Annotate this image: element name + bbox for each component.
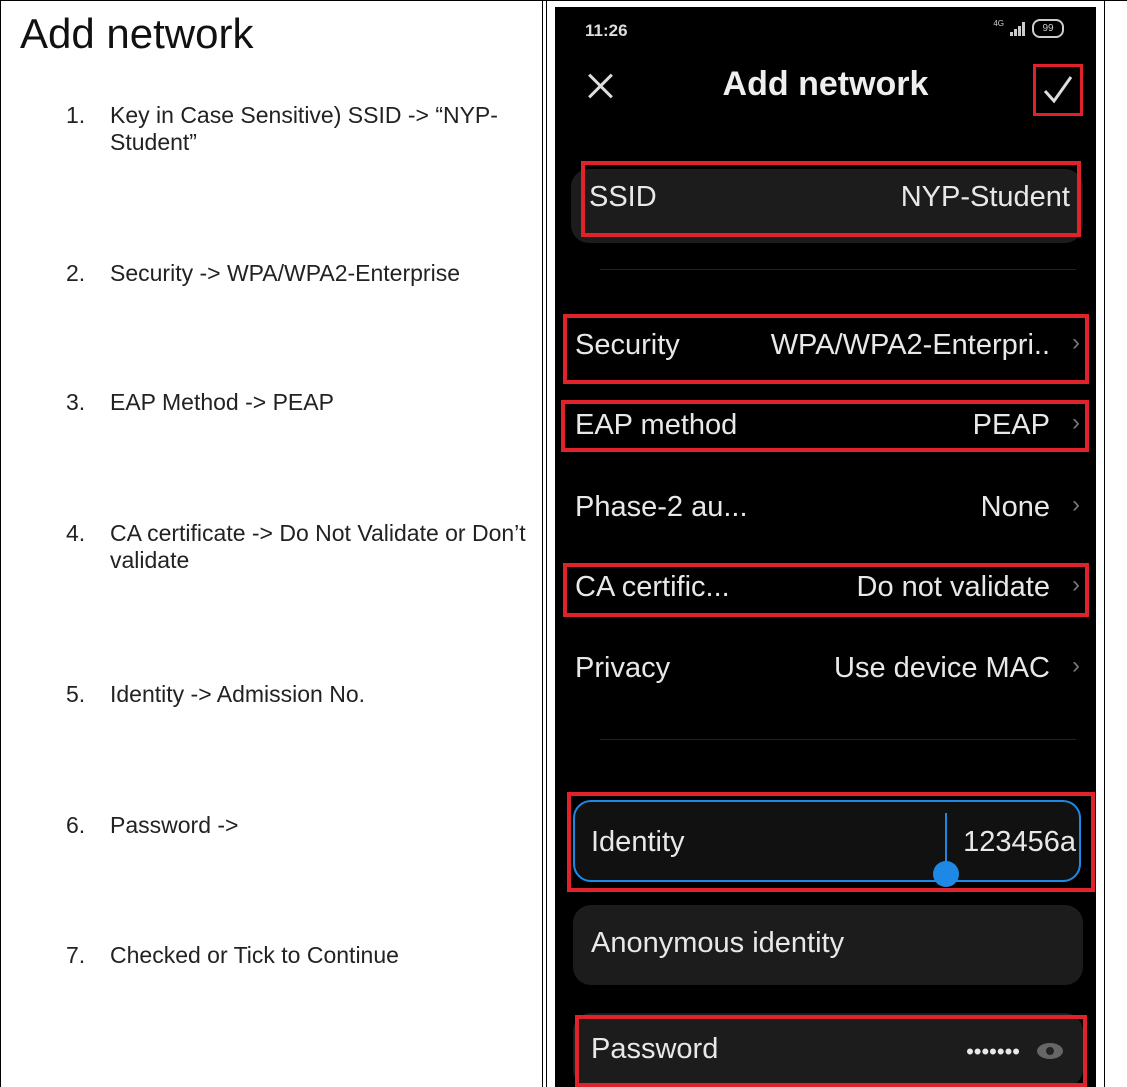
password-input[interactable]: Password ••••••• <box>591 1019 1072 1081</box>
step-number: 1. <box>66 102 86 128</box>
table-border-left <box>0 0 1 1087</box>
battery-icon: 99 <box>1032 19 1064 38</box>
ssid-label: SSID <box>589 181 657 213</box>
chevron-right-icon: › <box>1072 652 1080 679</box>
ca-certificate-value: Do not validate <box>856 571 1050 603</box>
page-title: Add network <box>20 10 254 57</box>
status-icons: 4G 99 <box>993 19 1064 38</box>
identity-value: 123456a <box>963 826 1076 858</box>
network-type-label: 4G <box>993 19 1004 28</box>
ssid-value: NYP-Student <box>900 181 1070 213</box>
status-time: 11:26 <box>585 21 628 40</box>
chevron-right-icon: › <box>1072 491 1080 518</box>
step-number: 6. <box>66 812 86 838</box>
eye-icon[interactable] <box>1035 1041 1065 1061</box>
anonymous-identity-label: Anonymous identity <box>591 927 845 959</box>
step-text: EAP Method -> PEAP <box>110 389 334 415</box>
phase2-auth-row[interactable]: Phase-2 au... None › <box>575 477 1080 539</box>
eap-method-value: PEAP <box>972 409 1050 441</box>
step-number: 7. <box>66 942 86 968</box>
phase2-auth-label: Phase-2 au... <box>575 491 748 523</box>
chevron-right-icon: › <box>1072 409 1080 436</box>
table-border-right <box>1104 0 1105 1087</box>
step-text: Identity -> Admission No. <box>110 681 366 707</box>
eap-method-row[interactable]: EAP method PEAP › <box>575 395 1080 457</box>
chevron-right-icon: › <box>1072 571 1080 598</box>
section-divider <box>600 269 1076 270</box>
step-text: CA certificate -> Do Not Validate or Don… <box>110 520 526 573</box>
step-text: Checked or Tick to Continue <box>110 942 399 968</box>
step-number: 2. <box>66 260 86 286</box>
step-text: Key in Case Sensitive) SSID -> “NYP-Stud… <box>110 102 498 155</box>
privacy-row[interactable]: Privacy Use device MAC › <box>575 638 1080 700</box>
cursor-handle-icon[interactable] <box>933 861 959 887</box>
step-text: Security -> WPA/WPA2-Enterprise <box>110 260 460 286</box>
ca-certificate-label: CA certific... <box>575 571 730 603</box>
table-divider-right <box>546 0 547 1087</box>
ssid-field[interactable]: SSID NYP-Student <box>575 167 1080 229</box>
step-text: Password -> <box>110 812 239 838</box>
privacy-label: Privacy <box>575 652 671 684</box>
privacy-value: Use device MAC <box>834 652 1050 684</box>
confirm-checkmark-button[interactable] <box>1033 64 1083 116</box>
security-label: Security <box>575 329 680 361</box>
section-divider <box>600 739 1076 740</box>
screen-title: Add network <box>722 65 929 103</box>
password-label: Password <box>591 1033 719 1065</box>
phone-screenshot: 11:26 4G 99 Add network SSID NYP-Student… <box>555 7 1096 1087</box>
identity-label: Identity <box>591 826 685 858</box>
chevron-right-icon: › <box>1072 329 1080 356</box>
ca-certificate-row[interactable]: CA certific... Do not validate › <box>575 557 1080 619</box>
password-value: ••••••• <box>966 1039 1020 1064</box>
step-number: 3. <box>66 389 86 415</box>
security-value: WPA/WPA2-Enterpri.. <box>770 329 1050 361</box>
security-row[interactable]: Security WPA/WPA2-Enterpri.. › <box>575 315 1080 377</box>
identity-input[interactable]: Identity 123456a <box>591 812 1076 874</box>
step-number: 4. <box>66 520 86 546</box>
checkmark-icon <box>1043 76 1073 104</box>
signal-icon <box>1010 21 1026 36</box>
step-number: 5. <box>66 681 86 707</box>
anonymous-identity-field[interactable]: Anonymous identity <box>573 905 1083 985</box>
table-divider-left <box>542 0 543 1087</box>
table-border-top <box>0 0 1127 1</box>
phase2-auth-value: None <box>980 491 1050 523</box>
eap-method-label: EAP method <box>575 409 738 441</box>
